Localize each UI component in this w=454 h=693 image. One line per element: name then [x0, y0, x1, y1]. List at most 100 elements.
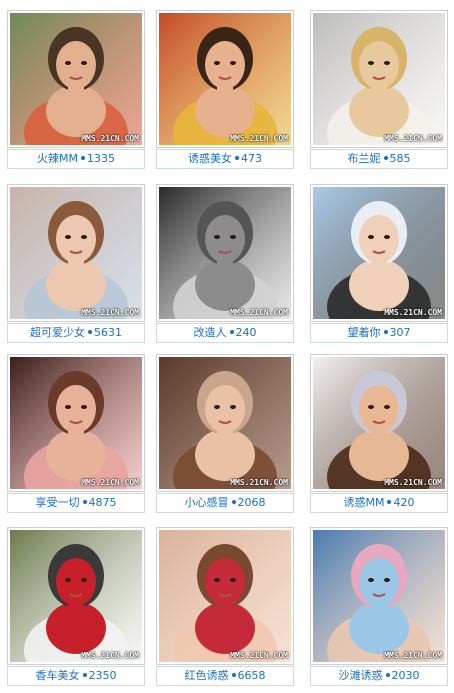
- photo-image: [159, 13, 291, 145]
- photo-image: [10, 187, 142, 319]
- photo-image: [313, 13, 445, 145]
- caption-title: 超可爱少女: [30, 326, 85, 339]
- caption-title: 诱惑美女: [188, 152, 232, 165]
- thumbnail: MMS.21CN.COM: [159, 357, 291, 489]
- bullet-dot-icon: [229, 330, 234, 334]
- thumbnail-link[interactable]: MMS.21CN.COM: [7, 184, 145, 322]
- watermark-text: MMS.21CN.COM: [81, 308, 139, 317]
- caption-title: 红色诱惑: [184, 669, 229, 682]
- thumbnail: MMS.21CN.COM: [159, 187, 291, 319]
- view-count: 1335: [86, 152, 115, 165]
- gallery-item[interactable]: MMS.21CN.COM 沙滩诱惑 2030: [310, 527, 448, 687]
- caption-link[interactable]: 小心感冒 2068: [156, 493, 294, 513]
- view-count: 240: [235, 326, 257, 339]
- gallery-item[interactable]: MMS.21CN.COM 红色诱惑 6658: [156, 527, 294, 687]
- thumbnail: MMS.21CN.COM: [159, 13, 291, 145]
- gallery-item[interactable]: MMS.21CN.COM 诱惑美女 473: [156, 10, 294, 170]
- caption-link[interactable]: 诱惑美女 473: [156, 149, 294, 169]
- caption-link[interactable]: 超可爱少女 5631: [7, 323, 145, 343]
- thumbnail: MMS.21CN.COM: [10, 187, 142, 319]
- view-count: 6658: [237, 669, 266, 682]
- gallery-item[interactable]: MMS.21CN.COM 超可爱少女 5631: [7, 184, 145, 344]
- thumbnail-link[interactable]: MMS.21CN.COM: [7, 527, 145, 665]
- watermark-text: MMS.21CN.COM: [81, 651, 139, 660]
- caption-link[interactable]: 沙滩诱惑 2030: [310, 666, 448, 686]
- thumbnail: MMS.21CN.COM: [10, 13, 142, 145]
- caption-link[interactable]: 享受一切 4875: [7, 493, 145, 513]
- photo-image: [159, 357, 291, 489]
- bullet-dot-icon: [383, 156, 388, 160]
- bullet-dot-icon: [80, 156, 85, 160]
- thumbnail-link[interactable]: MMS.21CN.COM: [310, 527, 448, 665]
- caption-link[interactable]: 望着你 307: [310, 323, 448, 343]
- gallery-item[interactable]: MMS.21CN.COM 改造人 240: [156, 184, 294, 344]
- photo-image: [313, 530, 445, 662]
- gallery-item[interactable]: MMS.21CN.COM 火辣MM 1335: [7, 10, 145, 170]
- photo-image: [10, 13, 142, 145]
- view-count: 307: [389, 326, 411, 339]
- caption-title: 火辣MM: [37, 152, 78, 165]
- thumbnail: MMS.21CN.COM: [313, 530, 445, 662]
- thumbnail-link[interactable]: MMS.21CN.COM: [156, 527, 294, 665]
- gallery-item[interactable]: MMS.21CN.COM 望着你 307: [310, 184, 448, 344]
- watermark-text: MMS.21CN.COM: [81, 478, 139, 487]
- photo-image: [313, 357, 445, 489]
- thumbnail: MMS.21CN.COM: [313, 357, 445, 489]
- caption-title: 改造人: [193, 326, 227, 339]
- watermark-text: MMS.21CN.COM: [230, 651, 288, 660]
- watermark-text: MMS.21CN.COM: [384, 651, 442, 660]
- caption-title: 望着你: [347, 326, 381, 339]
- caption-link[interactable]: 香车美女 2350: [7, 666, 145, 686]
- caption-title: 小心感冒: [184, 496, 229, 509]
- watermark-text: MMS.21CN.COM: [384, 308, 442, 317]
- thumbnail-link[interactable]: MMS.21CN.COM: [7, 354, 145, 492]
- caption-link[interactable]: 红色诱惑 6658: [156, 666, 294, 686]
- caption-title: 沙滩诱惑: [338, 669, 383, 682]
- caption-title: 香车美女: [35, 669, 80, 682]
- photo-image: [313, 187, 445, 319]
- view-count: 420: [393, 496, 415, 509]
- thumbnail-link[interactable]: MMS.21CN.COM: [310, 10, 448, 148]
- bullet-dot-icon: [231, 500, 236, 504]
- watermark-text: MMS.21CN.COM: [81, 134, 139, 143]
- caption-title: 诱惑MM: [343, 496, 385, 509]
- bullet-dot-icon: [88, 330, 92, 334]
- watermark-text: MMS.21CN.COM: [384, 478, 442, 487]
- thumbnail-link[interactable]: MMS.21CN.COM: [156, 10, 294, 148]
- view-count: 2068: [237, 496, 266, 509]
- photo-image: [159, 530, 291, 662]
- caption-title: 享受一切: [35, 496, 80, 509]
- view-count: 4875: [88, 496, 117, 509]
- thumbnail: MMS.21CN.COM: [10, 530, 142, 662]
- caption-link[interactable]: 火辣MM 1335: [7, 149, 145, 169]
- thumbnail-link[interactable]: MMS.21CN.COM: [7, 10, 145, 148]
- gallery-item[interactable]: MMS.21CN.COM 布兰妮 585: [310, 10, 448, 170]
- thumbnail: MMS.21CN.COM: [10, 357, 142, 489]
- watermark-text: MMS.21CN.COM: [230, 134, 288, 143]
- view-count: 2030: [391, 669, 420, 682]
- bullet-dot-icon: [82, 673, 87, 677]
- bullet-dot-icon: [235, 156, 239, 160]
- bullet-dot-icon: [385, 673, 390, 677]
- view-count: 2350: [88, 669, 117, 682]
- thumbnail-link[interactable]: MMS.21CN.COM: [310, 354, 448, 492]
- view-count: 5631: [94, 326, 122, 339]
- photo-gallery: MMS.21CN.COM 火辣MM 1335 MMS.21CN.COM 诱惑美女 473 M…: [0, 0, 454, 693]
- thumbnail-link[interactable]: MMS.21CN.COM: [156, 184, 294, 322]
- gallery-item[interactable]: MMS.21CN.COM 诱惑MM 420: [310, 354, 448, 514]
- gallery-item[interactable]: MMS.21CN.COM 小心感冒 2068: [156, 354, 294, 514]
- watermark-text: MMS.21CN.COM: [230, 478, 288, 487]
- thumbnail-link[interactable]: MMS.21CN.COM: [156, 354, 294, 492]
- thumbnail-link[interactable]: MMS.21CN.COM: [310, 184, 448, 322]
- photo-image: [10, 357, 142, 489]
- gallery-item[interactable]: MMS.21CN.COM 享受一切 4875: [7, 354, 145, 514]
- thumbnail: MMS.21CN.COM: [313, 187, 445, 319]
- caption-link[interactable]: 诱惑MM 420: [310, 493, 448, 513]
- bullet-dot-icon: [82, 500, 87, 504]
- caption-link[interactable]: 布兰妮 585: [310, 149, 448, 169]
- caption-link[interactable]: 改造人 240: [156, 323, 294, 343]
- gallery-item[interactable]: MMS.21CN.COM 香车美女 2350: [7, 527, 145, 687]
- bullet-dot-icon: [231, 673, 236, 677]
- watermark-text: MMS.21CN.COM: [230, 308, 288, 317]
- photo-image: [159, 187, 291, 319]
